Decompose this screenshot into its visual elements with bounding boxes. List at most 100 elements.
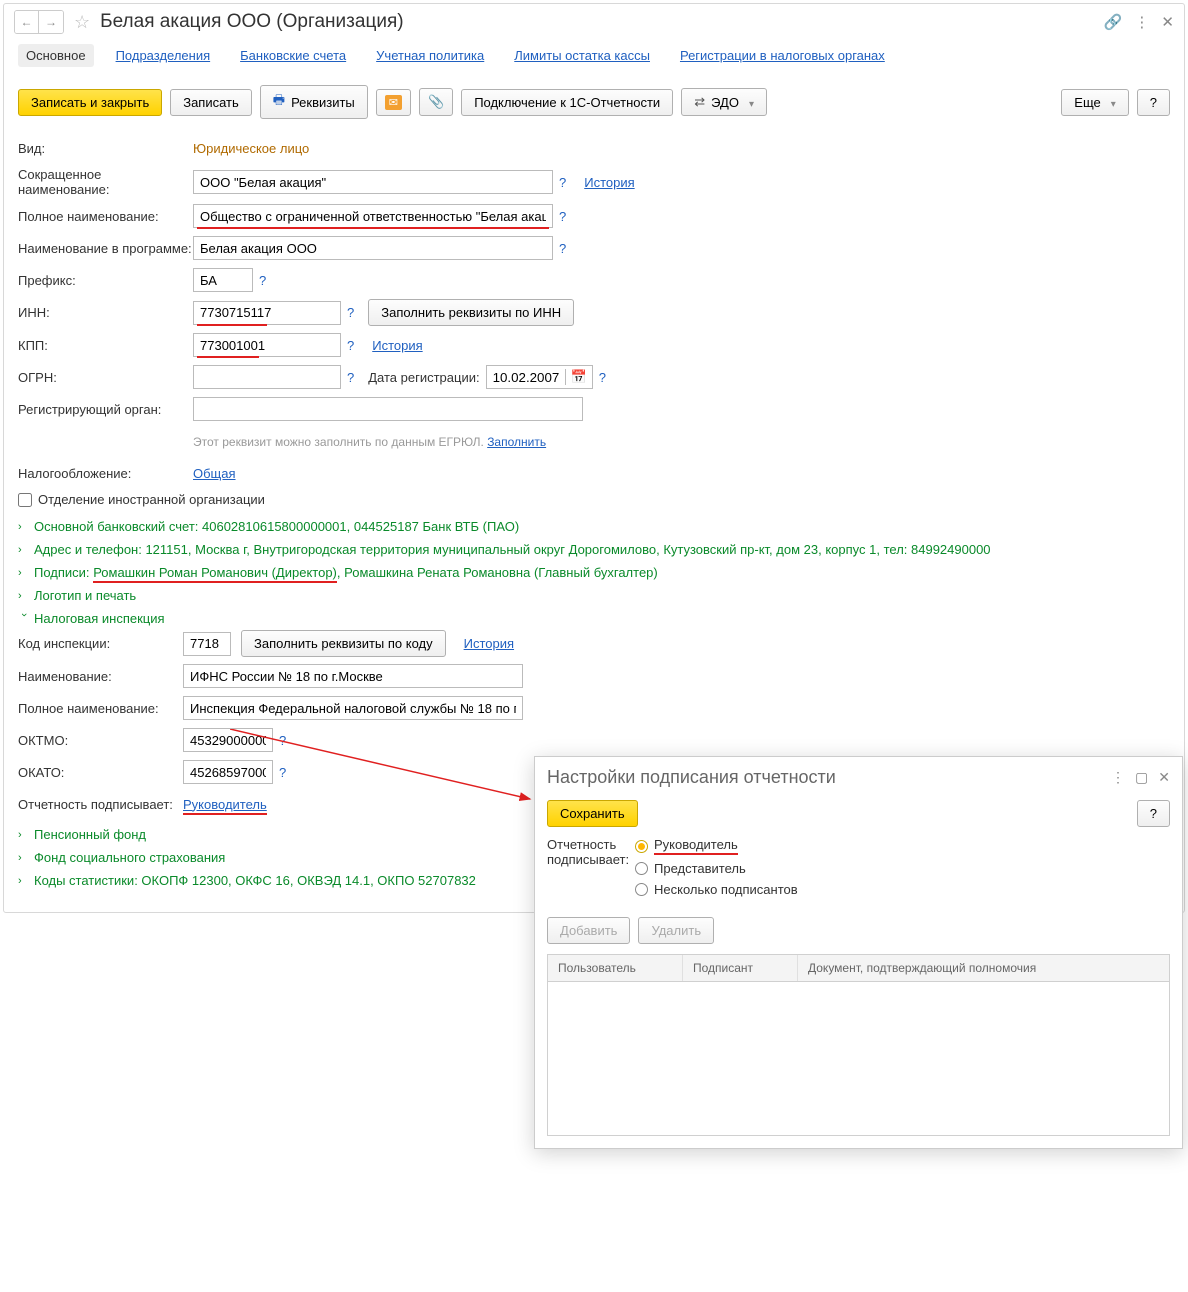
close-icon[interactable]: ✕: [1158, 769, 1170, 786]
help-icon[interactable]: ?: [599, 370, 606, 385]
insp-full-input[interactable]: [183, 696, 523, 720]
insp-code-input[interactable]: [183, 632, 231, 656]
radio-multiple[interactable]: Несколько подписантов: [635, 882, 798, 897]
expand-bank-account[interactable]: ›Основной банковский счет: 4060281061580…: [18, 515, 1170, 538]
reg-hint: Этот реквизит можно заполнить по данным …: [193, 435, 546, 449]
tax-mode-label: Налогообложение:: [18, 466, 193, 481]
insp-name-label: Наименование:: [18, 669, 183, 684]
attach-button[interactable]: 📎: [419, 88, 453, 116]
requisites-label: Реквизиты: [291, 95, 355, 110]
address-text: Адрес и телефон: 121151, Москва г, Внутр…: [34, 542, 991, 557]
nav-forward-button[interactable]: →: [39, 11, 63, 33]
tab-tax-registrations[interactable]: Регистрации в налоговых органах: [672, 44, 893, 67]
history-link[interactable]: История: [372, 338, 422, 353]
okato-input[interactable]: [183, 760, 273, 784]
full-name-input[interactable]: [193, 204, 553, 228]
reg-org-input[interactable]: [193, 397, 583, 421]
prefix-input[interactable]: [193, 268, 253, 292]
chevron-right-icon: ›: [18, 829, 30, 841]
radio-rep-label: Представитель: [654, 861, 746, 876]
tab-accounting-policy[interactable]: Учетная политика: [368, 44, 492, 67]
delete-button[interactable]: Удалить: [638, 917, 714, 944]
expand-address[interactable]: ›Адрес и телефон: 121151, Москва г, Внут…: [18, 538, 1170, 561]
kebab-icon[interactable]: ⋮: [1111, 769, 1125, 786]
save-button[interactable]: Записать: [170, 89, 252, 116]
save-close-button[interactable]: Записать и закрыть: [18, 89, 162, 116]
signers-highlight: Ромашкин Роман Романович (Директор): [93, 565, 337, 583]
expand-logo[interactable]: ›Логотип и печать: [18, 584, 1170, 607]
kpp-input[interactable]: [193, 333, 341, 357]
reg-date-field[interactable]: [487, 366, 565, 388]
dialog-help-button[interactable]: ?: [1137, 800, 1170, 827]
help-icon[interactable]: ?: [259, 273, 266, 288]
history-link[interactable]: История: [584, 175, 634, 190]
fill-by-code-button[interactable]: Заполнить реквизиты по коду: [241, 630, 446, 657]
calendar-icon[interactable]: 📅: [565, 369, 592, 385]
ogrn-input[interactable]: [193, 365, 341, 389]
expand-tax-office[interactable]: ›Налоговая инспекция: [18, 607, 1170, 630]
radio-multi-label: Несколько подписантов: [654, 882, 798, 897]
tab-main[interactable]: Основное: [18, 44, 94, 67]
expand-signers[interactable]: ›Подписи: Ромашкин Роман Романович (Дире…: [18, 561, 1170, 584]
stat-codes-text: Коды статистики: ОКОПФ 12300, ОКФС 16, О…: [34, 873, 476, 888]
more-button[interactable]: Еще: [1061, 89, 1128, 116]
requisites-button[interactable]: 🖶Реквизиты: [260, 85, 368, 119]
chevron-right-icon: ›: [18, 567, 30, 579]
help-button[interactable]: ?: [1137, 89, 1170, 116]
edo-button[interactable]: ⇄ЭДО: [681, 88, 767, 116]
tab-cash-limits[interactable]: Лимиты остатка кассы: [506, 44, 658, 67]
dialog-title: Настройки подписания отчетности: [547, 767, 836, 788]
inn-input[interactable]: [193, 301, 341, 325]
nav-back-button[interactable]: ←: [15, 11, 39, 33]
connect-1c-button[interactable]: Подключение к 1С-Отчетности: [461, 89, 673, 116]
signers-rest: , Ромашкина Рената Романовна (Главный бу…: [337, 565, 658, 580]
col-user: Пользователь: [548, 955, 683, 981]
tab-divisions[interactable]: Подразделения: [108, 44, 219, 67]
maximize-icon[interactable]: ▢: [1135, 769, 1148, 786]
radio-representative[interactable]: Представитель: [635, 861, 798, 876]
radio-leader[interactable]: Руководитель: [635, 837, 798, 855]
dialog-save-button[interactable]: Сохранить: [547, 800, 638, 827]
prefix-label: Префикс:: [18, 273, 193, 288]
favorite-icon[interactable]: ☆: [74, 12, 90, 33]
reg-org-label: Регистрирующий орган:: [18, 402, 193, 417]
help-icon[interactable]: ?: [559, 209, 566, 224]
help-icon[interactable]: ?: [559, 241, 566, 256]
chevron-right-icon: ›: [18, 590, 30, 602]
mail-button[interactable]: ✉: [376, 89, 411, 116]
short-name-input[interactable]: [193, 170, 553, 194]
add-button[interactable]: Добавить: [547, 917, 630, 944]
col-signer: Подписант: [683, 955, 798, 981]
tax-mode-link[interactable]: Общая: [193, 466, 236, 481]
fill-by-inn-button[interactable]: Заполнить реквизиты по ИНН: [368, 299, 574, 326]
foreign-branch-checkbox[interactable]: [18, 493, 32, 507]
inn-label: ИНН:: [18, 305, 193, 320]
close-icon[interactable]: ✕: [1161, 13, 1174, 31]
kebab-icon[interactable]: ⋮: [1134, 13, 1149, 31]
radio-leader-label: Руководитель: [654, 837, 738, 855]
insp-name-input[interactable]: [183, 664, 523, 688]
help-icon[interactable]: ?: [279, 765, 286, 780]
history-link[interactable]: История: [464, 636, 514, 651]
help-icon[interactable]: ?: [347, 338, 354, 353]
tab-bank-accounts[interactable]: Банковские счета: [232, 44, 354, 67]
envelope-icon: ✉: [385, 95, 402, 110]
help-icon[interactable]: ?: [347, 370, 354, 385]
help-icon[interactable]: ?: [347, 305, 354, 320]
foreign-branch-label: Отделение иностранной организации: [38, 492, 265, 507]
paperclip-icon: 📎: [428, 94, 444, 110]
dialog-signer-label: Отчетность подписывает:: [547, 837, 629, 867]
prog-name-label: Наименование в программе:: [18, 241, 193, 256]
help-icon[interactable]: ?: [279, 733, 286, 748]
more-label: Еще: [1074, 95, 1100, 110]
link-icon[interactable]: 🔗: [1104, 13, 1123, 31]
fill-link[interactable]: Заполнить: [487, 435, 546, 449]
oktmo-input[interactable]: [183, 728, 273, 752]
insp-full-label: Полное наименование:: [18, 701, 183, 716]
nav-buttons: ← →: [14, 10, 64, 34]
report-signer-link[interactable]: Руководитель: [183, 797, 267, 812]
full-name-label: Полное наименование:: [18, 209, 193, 224]
prog-name-input[interactable]: [193, 236, 553, 260]
pension-text: Пенсионный фонд: [34, 827, 146, 842]
help-icon[interactable]: ?: [559, 175, 566, 190]
